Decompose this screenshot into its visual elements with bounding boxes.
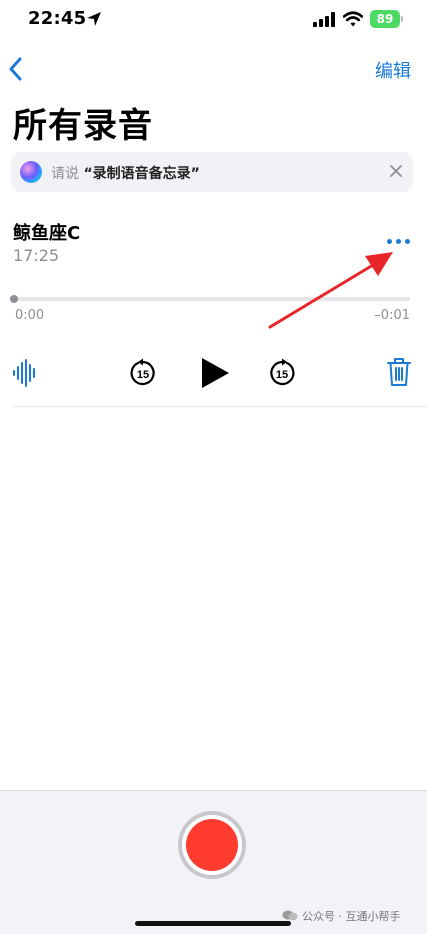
back-button[interactable] xyxy=(6,56,26,82)
siri-suggestion-text: 请说 “录制语音备忘录” xyxy=(51,163,200,183)
more-icon-dot xyxy=(396,239,401,244)
skip-forward-button[interactable]: 15 xyxy=(267,358,297,388)
home-indicator[interactable] xyxy=(135,921,291,926)
play-icon xyxy=(202,358,229,388)
watermark: 公众号 · 互通小帮手 xyxy=(282,908,401,924)
siri-suggestion-phrase: “录制语音备忘录” xyxy=(83,166,200,182)
siri-suggestion-prefix: 请说 xyxy=(51,166,79,182)
delete-button[interactable] xyxy=(387,357,411,387)
more-icon xyxy=(387,239,392,244)
row-divider xyxy=(13,406,427,407)
elapsed-time: 0:00 xyxy=(15,308,45,323)
wifi-icon xyxy=(343,11,363,27)
trash-icon xyxy=(387,358,411,386)
play-button[interactable] xyxy=(199,356,231,390)
skip-back-button[interactable]: 15 xyxy=(128,358,158,388)
more-button[interactable] xyxy=(386,230,412,252)
status-bar: 22:45 89 xyxy=(0,0,427,44)
watermark-text: 公众号 · 互通小帮手 xyxy=(302,910,401,923)
battery-indicator: 89 xyxy=(370,10,400,28)
edit-button[interactable]: 编辑 xyxy=(375,57,411,83)
signal-icon xyxy=(313,12,335,27)
waveform-icon xyxy=(13,359,35,387)
recording-title[interactable]: 鲸鱼座C xyxy=(13,219,80,245)
back-chevron-icon xyxy=(9,57,22,81)
wechat-icon xyxy=(282,910,298,921)
status-time: 22:45 xyxy=(28,8,87,29)
record-icon xyxy=(186,819,238,871)
battery-tip xyxy=(401,16,403,22)
more-icon-dot xyxy=(405,239,410,244)
location-arrow-icon xyxy=(87,12,101,26)
page-title: 所有录音 xyxy=(13,106,153,146)
skip-back-seconds: 15 xyxy=(137,369,149,381)
waveform-button[interactable] xyxy=(12,359,38,387)
scrubber-knob[interactable] xyxy=(10,295,18,303)
close-icon[interactable] xyxy=(388,163,404,179)
siri-icon xyxy=(20,161,42,183)
siri-suggestion-banner[interactable]: 请说 “录制语音备忘录” xyxy=(11,152,413,192)
skip-forward-seconds: 15 xyxy=(276,369,288,381)
playback-scrubber[interactable] xyxy=(14,297,410,301)
recording-time: 17:25 xyxy=(13,246,60,265)
remaining-time: –0:01 xyxy=(374,308,410,323)
record-button[interactable] xyxy=(178,811,246,879)
